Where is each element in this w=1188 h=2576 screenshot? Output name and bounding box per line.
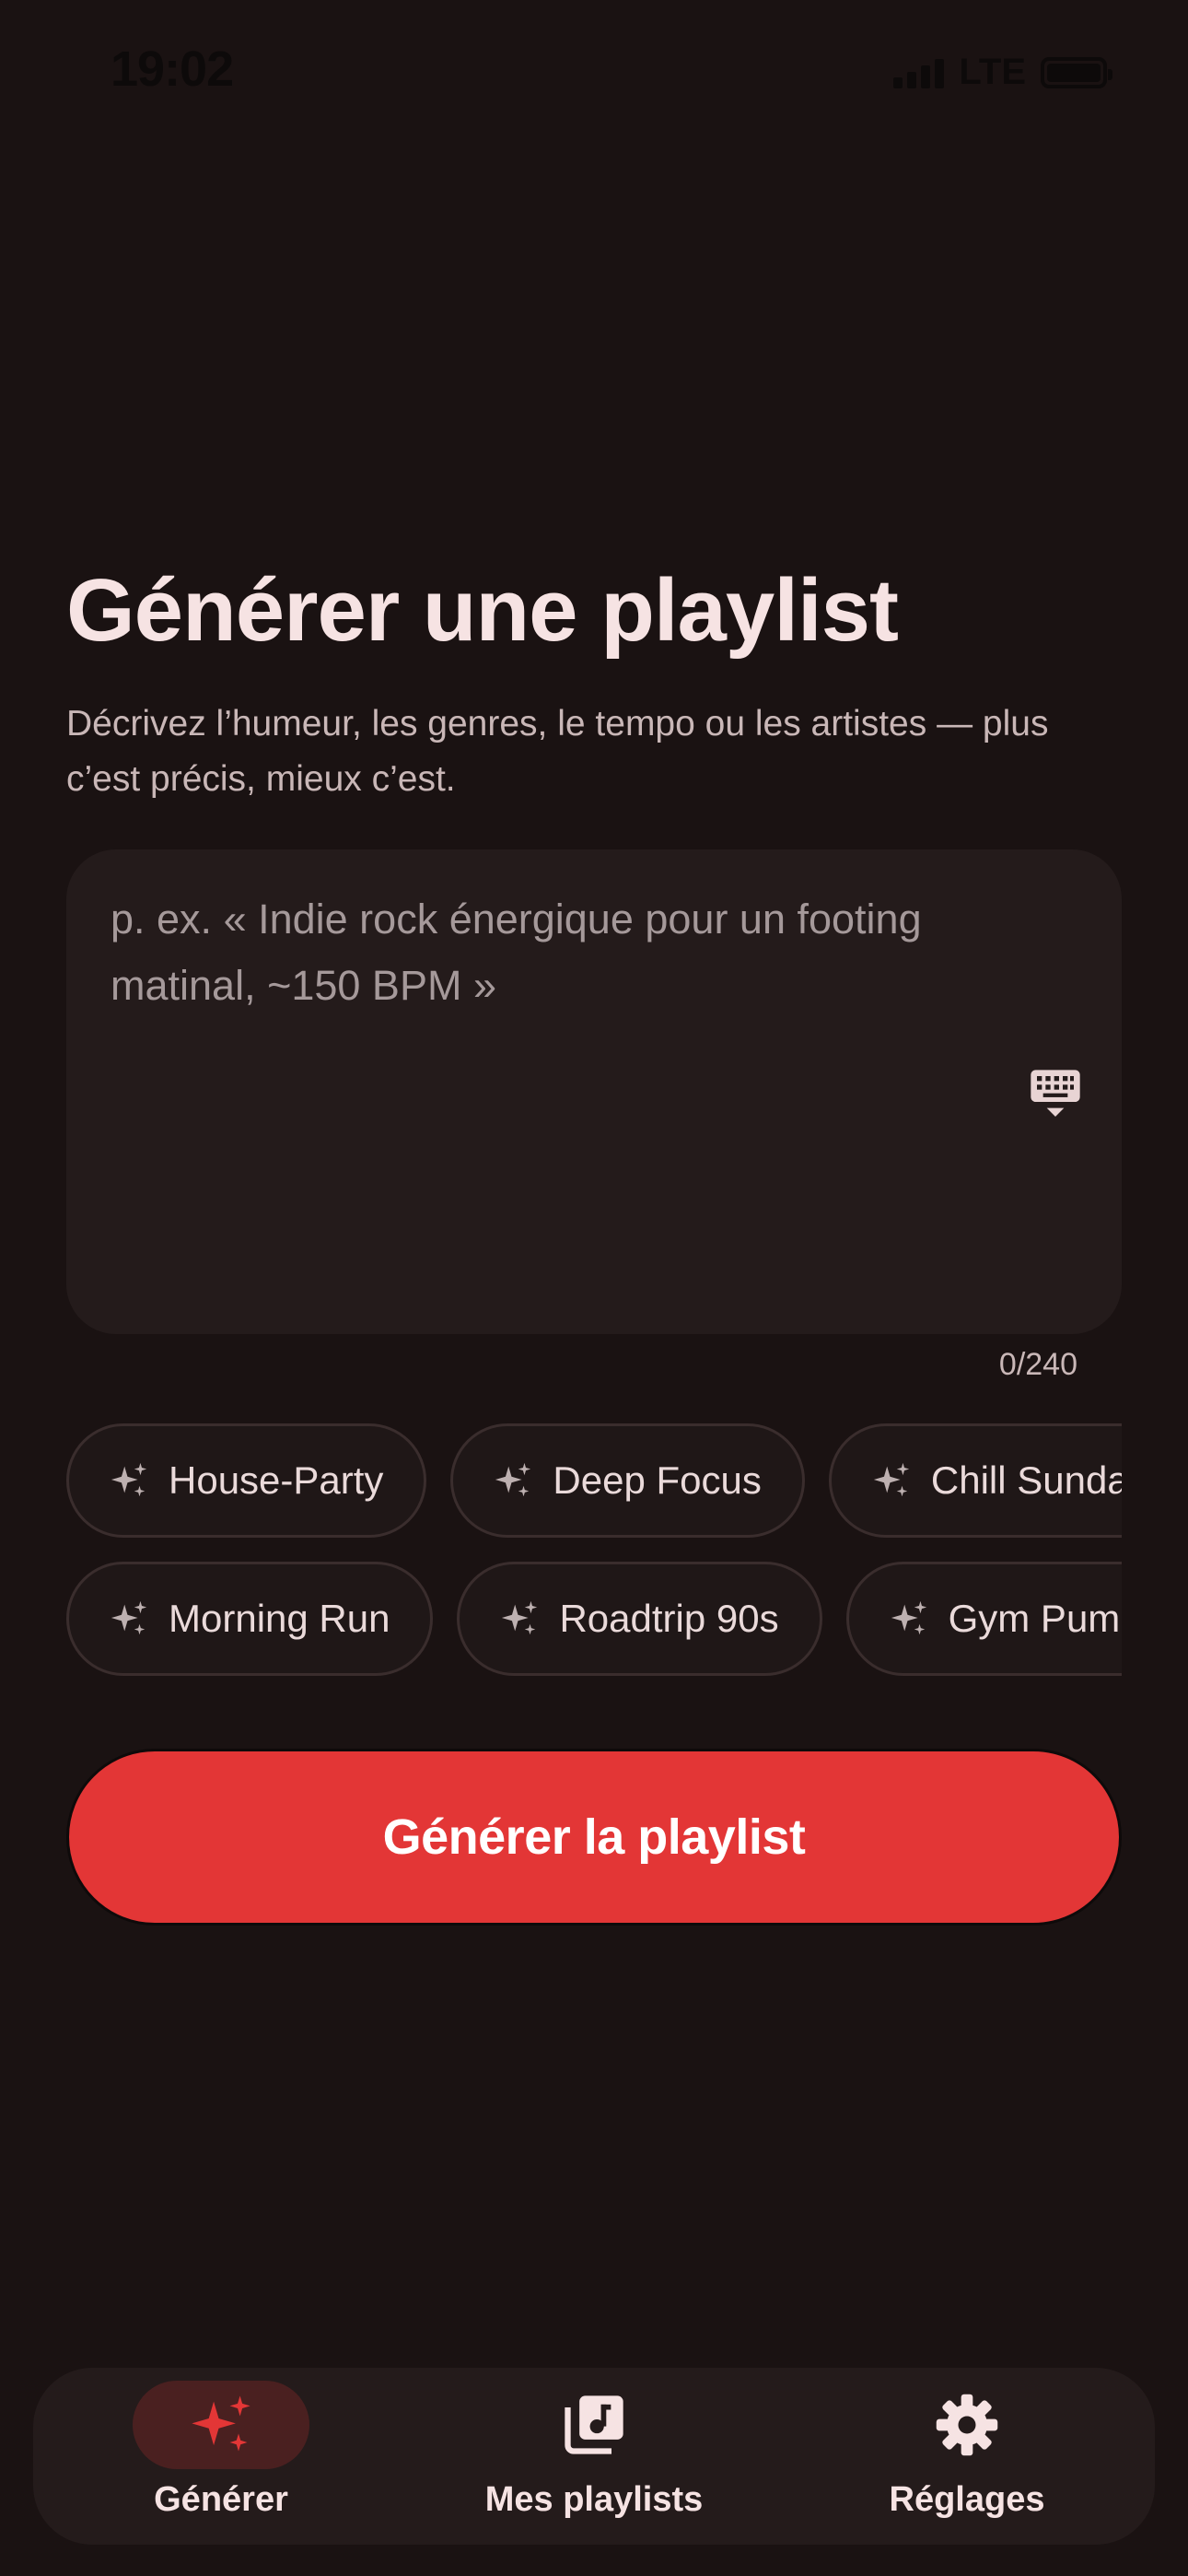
character-counter: 0/240 xyxy=(998,1347,1077,1382)
suggestion-chip-label: Chill Sunday xyxy=(930,1458,1122,1502)
nav-item-generate[interactable]: Générer xyxy=(83,2381,359,2537)
status-time: 19:02 xyxy=(111,41,234,97)
suggestion-row: Morning Run Roadtrip 90s Gym Pump xyxy=(66,1562,1122,1676)
suggestion-chip[interactable]: Morning Run xyxy=(66,1562,434,1676)
suggestion-chip[interactable]: House-Party xyxy=(66,1423,427,1538)
signal-icon xyxy=(893,57,945,88)
suggestion-chip-label: Roadtrip 90s xyxy=(559,1597,779,1640)
bottom-navigation: Générer Mes playlists Réglages xyxy=(33,2368,1155,2545)
nav-label: Générer xyxy=(154,2480,288,2519)
active-indicator xyxy=(133,2381,309,2469)
page-title: Générer une playlist xyxy=(66,561,899,660)
prompt-input[interactable] xyxy=(111,886,1041,1273)
page-subtitle: Décrivez l’humeur, les genres, le tempo … xyxy=(66,704,1049,799)
sparkles-icon xyxy=(111,1600,147,1635)
keyboard-hide-icon[interactable] xyxy=(1026,1065,1085,1124)
status-indicators: LTE xyxy=(893,52,1112,93)
gear-icon xyxy=(936,2394,998,2456)
suggestion-chip-label: Morning Run xyxy=(169,1597,390,1640)
nav-label: Mes playlists xyxy=(484,2480,704,2519)
suggestion-chip[interactable]: Gym Pump xyxy=(845,1562,1122,1676)
sparkles-icon xyxy=(192,2395,250,2452)
nav-label: Réglages xyxy=(889,2480,1045,2519)
prompt-container xyxy=(66,849,1122,1334)
suggestion-chip-label: Deep Focus xyxy=(553,1458,762,1502)
suggestion-chip[interactable]: Deep Focus xyxy=(450,1423,805,1538)
suggestion-chip[interactable]: Chill Sunday xyxy=(828,1423,1122,1538)
nav-item-my-playlists[interactable]: Mes playlists xyxy=(456,2381,732,2537)
sparkles-icon xyxy=(502,1600,538,1635)
suggestion-chip[interactable]: Roadtrip 90s xyxy=(457,1562,822,1676)
suggestion-chip-label: House-Party xyxy=(169,1458,384,1502)
battery-icon xyxy=(1041,56,1112,88)
sparkles-icon xyxy=(891,1600,926,1635)
suggestion-chips: House-Party Deep Focus Chill Sunday Morn… xyxy=(66,1423,1122,1681)
suggestion-row: House-Party Deep Focus Chill Sunday xyxy=(66,1423,1122,1538)
sparkles-icon xyxy=(495,1462,531,1497)
status-bar: 19:02 LTE xyxy=(0,0,1188,138)
generate-playlist-label: Générer la playlist xyxy=(382,1809,806,1865)
suggestion-chip-label: Gym Pump xyxy=(948,1597,1122,1640)
nav-item-settings[interactable]: Réglages xyxy=(829,2381,1105,2537)
network-type: LTE xyxy=(959,52,1026,92)
generate-playlist-button[interactable]: Générer la playlist xyxy=(66,1749,1122,1926)
sparkles-icon xyxy=(873,1462,910,1497)
library-music-icon xyxy=(565,2395,623,2454)
sparkles-icon xyxy=(111,1462,147,1497)
